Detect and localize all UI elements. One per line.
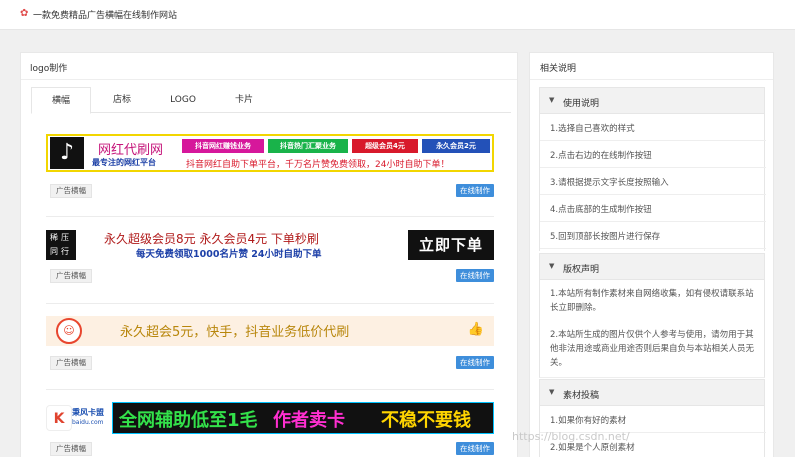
banner-subline: 抖音网红自助下单平台，千万名片赞免费领取，24小时自助下单！ — [186, 160, 450, 170]
banner-line: 永久超级会员8元 永久会员4元 下单秒刷 — [104, 232, 319, 246]
section-label: 素材投稿 — [563, 391, 600, 401]
list-item-text: 2.点击右边的在线制作按钮 — [550, 151, 652, 161]
make-online-button[interactable]: 在线制作 — [456, 184, 494, 197]
banner-preview[interactable]: ☺ 永久超会5元，快手，抖音业务低价代刷 👍 — [46, 316, 494, 346]
banner-chip: 超级会员4元 — [352, 139, 418, 153]
section-usage-header[interactable]: ▼ 使用说明 — [539, 87, 765, 114]
copyright-text: 2.本站所生成的图片仅供个人参考与使用，请勿用于其他非法用途或商业用途否则后果自… — [550, 330, 755, 368]
logo-maker-panel: logo制作 横幅 店标 LOGO 卡片 ♪ 网红代刷网 抖音网红赚钱业务 抖音… — [20, 52, 518, 457]
chevron-down-icon: ▼ — [549, 96, 555, 104]
site-title: 一款免费精品广告横幅在线制作网站 — [33, 11, 178, 21]
tab-shop-logo[interactable]: 店标 — [91, 87, 153, 113]
list-item: 1.选择自己喜欢的样式 — [540, 114, 766, 141]
banner-card: 稀压 同行 永久超级会员8元 永久会员4元 下单秒刷 每天免费领取1000名片赞… — [46, 228, 494, 312]
watermark: https://blog.csdn.net/ — [512, 430, 630, 443]
flame-icon: ✿ — [20, 8, 29, 19]
banner-card: ♪ 网红代刷网 抖音网红赚钱业务 抖音热门汇聚业务 超级会员4元 永久会员2元 … — [46, 134, 494, 220]
chevron-down-icon: ▼ — [549, 262, 555, 270]
section-usage-body: 1.选择自己喜欢的样式 2.点击右边的在线制作按钮 3.请根据提示文字长度按照输… — [539, 114, 766, 251]
list-item-text: 1.如果你有好的素材 — [550, 416, 627, 426]
copyright-text: 1.本站所有制作素材来自网络收集，如有侵权请联系站长立即删除。 — [550, 289, 754, 313]
banner-text: 全网辅助低至1毛 — [119, 410, 258, 431]
banner-strip: 全网辅助低至1毛 作者卖卡 不稳不要钱 — [112, 402, 494, 434]
list-item: 5.回到顶部长按图片进行保存 — [540, 222, 766, 249]
make-online-button[interactable]: 在线制作 — [456, 356, 494, 369]
list-item-text: 1.选择自己喜欢的样式 — [550, 124, 635, 134]
category-tag: 广告横幅 — [50, 356, 92, 370]
divider — [21, 79, 517, 80]
banner-text: 作者卖卡 — [273, 410, 345, 431]
banner-badge: 稀压 同行 — [46, 230, 76, 260]
banner-cta: 立即下单 — [408, 230, 494, 260]
banner-chip: 抖音热门汇聚业务 — [268, 139, 348, 153]
brand-logo-icon: K — [46, 405, 72, 431]
chevron-down-icon: ▼ — [549, 388, 555, 396]
list-item-text: 4.点击底部的生成制作按钮 — [550, 205, 652, 215]
section-label: 使用说明 — [563, 99, 600, 109]
banner-text: 不稳不要钱 — [381, 410, 471, 431]
tab-bar: 横幅 店标 LOGO 卡片 — [31, 87, 511, 114]
category-tag: 广告横幅 — [50, 269, 92, 283]
list-item-text: 5.回到顶部长按图片进行保存 — [550, 232, 661, 242]
make-online-button[interactable]: 在线制作 — [456, 442, 494, 455]
divider — [46, 303, 494, 304]
tab-banner[interactable]: 横幅 — [31, 87, 91, 114]
list-item: 4.点击底部的生成制作按钮 — [540, 195, 766, 222]
panel-title: logo制作 — [30, 64, 68, 74]
tab-logo[interactable]: LOGO — [153, 87, 213, 113]
make-online-button[interactable]: 在线制作 — [456, 269, 494, 282]
banner-preview[interactable]: 稀压 同行 永久超级会员8元 永久会员4元 下单秒刷 每天免费领取1000名片赞… — [46, 228, 494, 262]
section-copyright-header[interactable]: ▼ 版权声明 — [539, 253, 765, 280]
tiktok-logo-icon: ♪ — [50, 137, 84, 169]
banner-slogan: 最专注的网红平台 — [92, 158, 156, 167]
banner-text: 永久超会5元，快手，抖音业务低价代刷 — [120, 325, 350, 340]
list-item: 2.点击右边的在线制作按钮 — [540, 141, 766, 168]
category-tag: 广告横幅 — [50, 184, 92, 198]
banner-line: 每天免费领取1000名片赞 24小时自助下单 — [136, 249, 322, 260]
thumbs-up-icon: 👍 — [467, 322, 484, 337]
panel-title: 相关说明 — [540, 64, 577, 74]
banner-preview[interactable]: ♪ 网红代刷网 抖音网红赚钱业务 抖音热门汇聚业务 超级会员4元 永久会员2元 … — [46, 134, 494, 172]
info-panel: 相关说明 ▼ 使用说明 1.选择自己喜欢的样式 2.点击右边的在线制作按钮 3.… — [529, 52, 774, 457]
banner-card: ☺ 永久超会5元，快手，抖音业务低价代刷 👍 广告横幅 在线制作 — [46, 316, 494, 396]
brand-domain: baidu.com — [72, 419, 104, 426]
list-item: 3.请根据提示文字长度按照输入 — [540, 168, 766, 195]
divider — [46, 216, 494, 217]
mascot-icon: ☺ — [56, 318, 82, 344]
banner-card: K 秉风卡盟 baidu.com 全网辅助低至1毛 作者卖卡 不稳不要钱 广告横… — [46, 402, 494, 457]
tab-card[interactable]: 卡片 — [213, 87, 275, 113]
divider — [530, 79, 773, 80]
section-submission-header[interactable]: ▼ 素材投稿 — [539, 379, 765, 406]
top-bar: ✿ 一款免费精品广告横幅在线制作网站 — [0, 0, 795, 30]
section-copyright-body: 1.本站所有制作素材来自网络收集，如有侵权请联系站长立即删除。 2.本站所生成的… — [539, 280, 765, 378]
brand-name: 秉风卡盟 — [72, 408, 104, 417]
banner-headline: 网红代刷网 — [98, 143, 164, 158]
banner-preview[interactable]: K 秉风卡盟 baidu.com 全网辅助低至1毛 作者卖卡 不稳不要钱 — [46, 402, 494, 434]
list-item: 1.如果你有好的素材 — [540, 406, 766, 433]
banner-chip: 永久会员2元 — [422, 139, 490, 153]
section-label: 版权声明 — [563, 265, 600, 275]
list-item-text: 3.请根据提示文字长度按照输入 — [550, 178, 669, 188]
category-tag: 广告横幅 — [50, 442, 92, 456]
banner-chip: 抖音网红赚钱业务 — [182, 139, 264, 153]
divider — [46, 389, 494, 390]
